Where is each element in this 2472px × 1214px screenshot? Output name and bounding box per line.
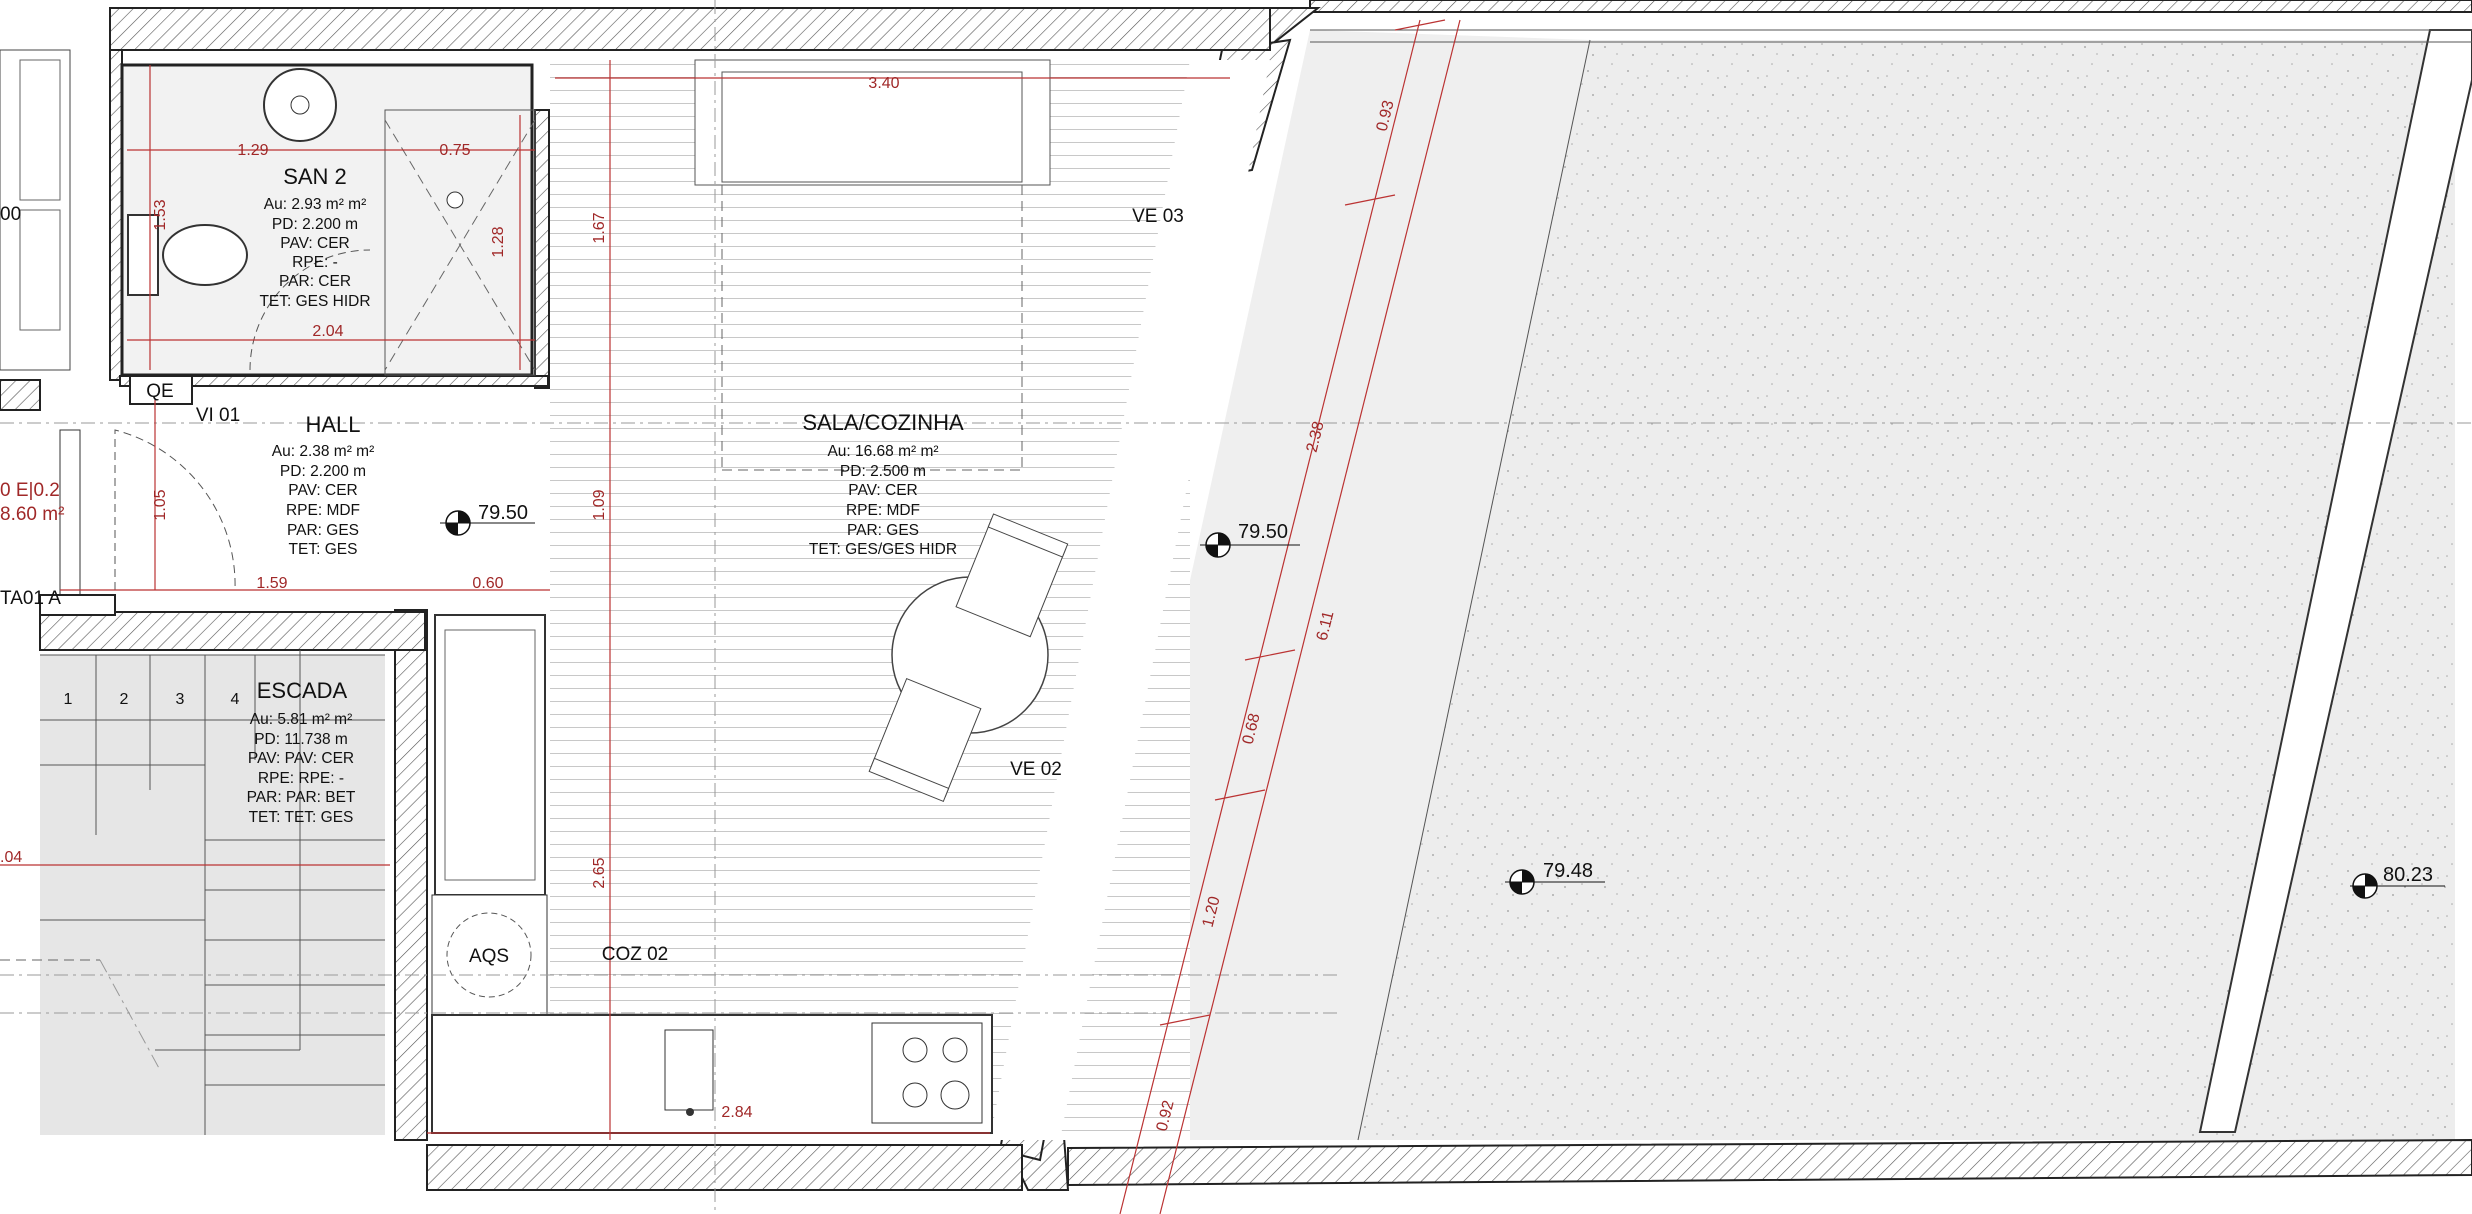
room-name-escada: ESCADA	[257, 678, 348, 703]
label-aqs: AQS	[469, 946, 509, 967]
room-name-hall: HALL	[305, 412, 360, 437]
room-spec-escada-par: PAR: PAR: BET	[247, 789, 356, 806]
room-spec-hall-pd: PD: 2.200 m	[280, 463, 366, 480]
room-spec-hall-par: PAR: GES	[287, 522, 359, 539]
room-spec-san2-pav: PAV: CER	[280, 235, 349, 252]
wall-escada-right	[394, 609, 428, 1141]
wall-san-right	[534, 109, 550, 389]
dim-sala-h3: 2.65	[591, 857, 608, 888]
label-left-partial-1: 0 E|0.2	[0, 480, 60, 501]
room-spec-hall-tet: TET: GES	[289, 541, 358, 558]
label-coz02: COZ 02	[602, 944, 669, 965]
level-terrace-upper: 79.50	[1238, 521, 1288, 543]
room-spec-hall-pav: PAV: CER	[288, 482, 357, 499]
room-spec-san2-par: PAR: CER	[279, 273, 351, 290]
room-spec-hall-rpe: RPE: MDF	[286, 502, 360, 519]
wall-left-outer	[0, 379, 41, 411]
washbasin	[263, 68, 337, 142]
room-spec-sala-par: PAR: GES	[847, 522, 919, 539]
level-terrace-lower: 79.48	[1543, 860, 1593, 882]
room-name-san2: SAN 2	[283, 164, 347, 189]
label-left-partial-2: 8.60 m²	[0, 504, 64, 525]
dim-sala-h1: 1.67	[591, 212, 608, 243]
room-name-sala: SALA/COZINHA	[802, 410, 964, 435]
room-spec-sala-area: Au: 16.68 m² m²	[827, 443, 938, 460]
room-spec-escada-tet: TET: TET: GES	[249, 809, 354, 826]
room-spec-escada-pav: PAV: PAV: CER	[248, 750, 354, 767]
dim-passage: 0.60	[472, 575, 503, 592]
room-spec-san2-area: Au: 2.93 m² m²	[264, 196, 367, 213]
stair-step-2: 2	[120, 691, 129, 708]
dim-shower-height: 1.28	[490, 226, 507, 257]
wall-escada-top	[39, 611, 426, 651]
sink	[664, 1029, 714, 1111]
label-qe: QE	[146, 381, 173, 402]
terrace-bottom-wall	[1067, 1138, 2472, 1187]
level-hall: 79.50	[478, 502, 528, 524]
stair-step-4: 4	[231, 691, 240, 708]
room-spec-escada-rpe: RPE: RPE: -	[258, 770, 344, 787]
label-ta01a: TA01 A	[0, 588, 61, 609]
wall-top	[109, 7, 1271, 51]
label-vi01: VI 01	[196, 405, 240, 426]
room-spec-san2-rpe: RPE: -	[292, 254, 338, 271]
dim-san-height: 1.53	[152, 199, 169, 230]
toilet-bowl	[162, 224, 248, 286]
dim-kitchen-width: 2.84	[721, 1104, 752, 1121]
stair-step-3: 3	[176, 691, 185, 708]
room-spec-sala-pd: PD: 2.500 m	[840, 463, 926, 480]
label-ve03: VE 03	[1132, 206, 1184, 227]
stair-step-1: 1	[64, 691, 73, 708]
dim-sala-h2: 1.09	[591, 489, 608, 520]
label-left-partial-3: 00	[0, 204, 21, 225]
room-spec-sala-tet: TET: GES/GES HIDR	[809, 541, 957, 558]
level-exterior: 80.23	[2383, 864, 2433, 886]
room-spec-escada-area: Au: 5.81 m² m²	[250, 711, 353, 728]
dim-san-width: 1.29	[237, 142, 268, 159]
dim-san-bottom: 2.04	[312, 323, 343, 340]
room-spec-san2-pd: PD: 2.200 m	[272, 216, 358, 233]
left-partial-room	[0, 49, 116, 616]
dim-shower-width: 0.75	[439, 142, 470, 159]
dim-sala-width-top: 3.40	[868, 75, 899, 92]
hob	[871, 1022, 983, 1124]
room-spec-hall-area: Au: 2.38 m² m²	[272, 443, 375, 460]
wall-left-upper	[109, 49, 123, 381]
room-spec-sala-pav: PAV: CER	[848, 482, 917, 499]
fridge	[434, 614, 546, 896]
floor-plan: SAN 2 Au: 2.93 m² m² PD: 2.200 m PAV: CE…	[0, 0, 2472, 1214]
terrace	[1067, 0, 2472, 1187]
label-ve02: VE 02	[1010, 759, 1062, 780]
dim-hall-width: 1.59	[256, 575, 287, 592]
room-spec-sala-rpe: RPE: MDF	[846, 502, 920, 519]
dim-hall-height: 1.05	[152, 489, 169, 520]
room-spec-san2-tet: TET: GES HIDR	[259, 293, 370, 310]
terrace-top-wall	[1309, 0, 2472, 13]
wall-bottom	[426, 1144, 1023, 1191]
dim-escada-left: .04	[0, 849, 22, 866]
room-spec-escada-pd: PD: 11.738 m	[254, 731, 348, 748]
